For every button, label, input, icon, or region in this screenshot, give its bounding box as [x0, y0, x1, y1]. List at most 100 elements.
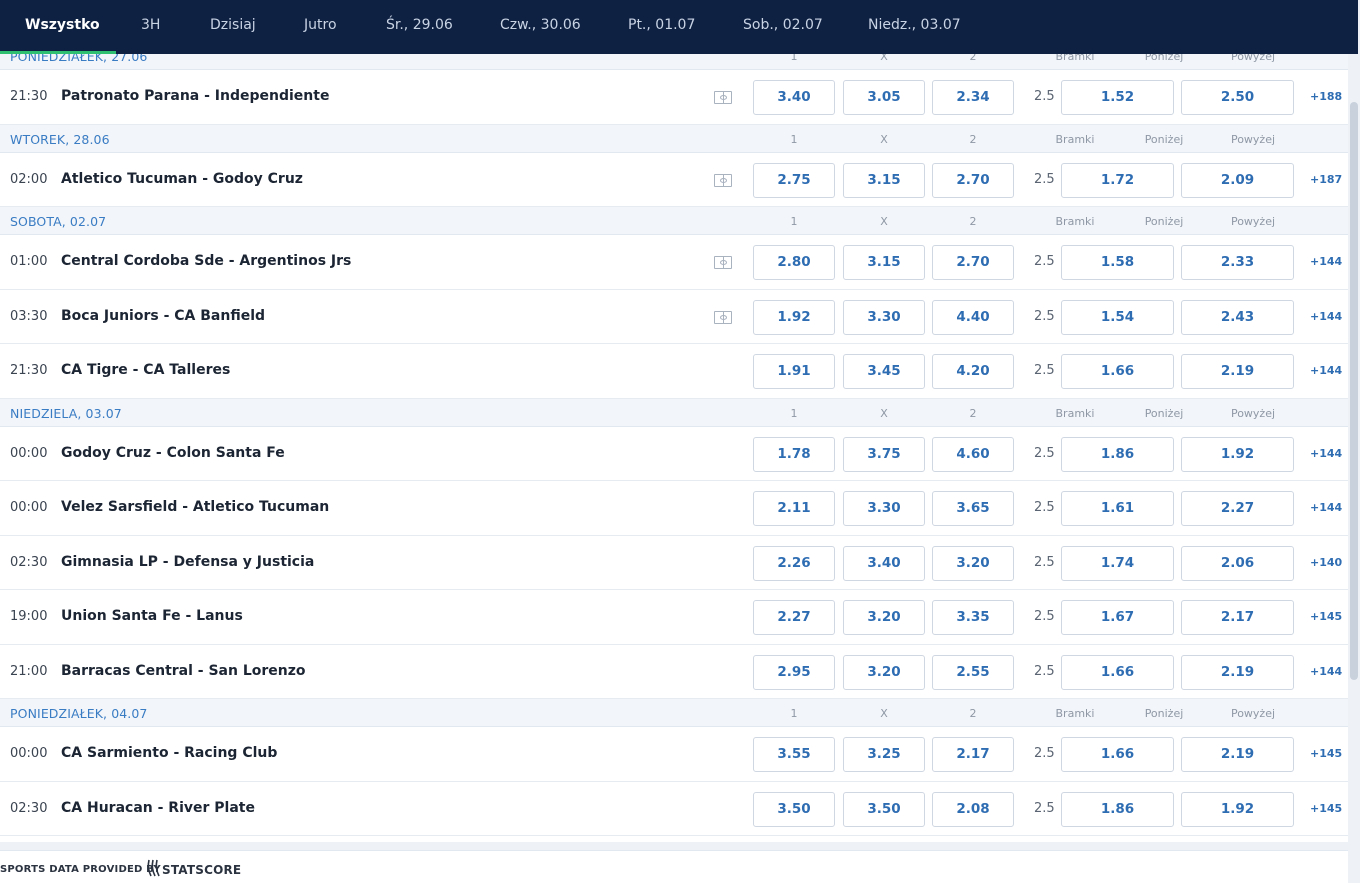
odd-home-button[interactable]: 3.40	[753, 80, 835, 115]
odd-over-button[interactable]: 2.19	[1181, 654, 1294, 690]
odd-draw-button[interactable]: 3.25	[843, 737, 925, 772]
odd-draw-button[interactable]: 3.20	[843, 600, 925, 635]
odd-over-button[interactable]: 2.19	[1181, 354, 1294, 389]
pitch-stats-icon[interactable]	[714, 91, 732, 104]
odd-over-button[interactable]: 2.17	[1181, 600, 1294, 635]
odd-under-button[interactable]: 1.86	[1061, 791, 1174, 827]
match-row[interactable]: 00:00 Godoy Cruz - Colon Santa Fe 1.78 3.75…	[0, 426, 1348, 481]
odd-away-button[interactable]: 2.70	[932, 162, 1014, 198]
more-markets-link[interactable]: +144	[1310, 364, 1342, 377]
odd-home-button[interactable]: 1.91	[753, 354, 835, 389]
odd-over-button[interactable]: 1.92	[1181, 791, 1294, 827]
scrollbar[interactable]	[1348, 54, 1360, 842]
odd-away-button[interactable]: 2.17	[932, 737, 1014, 772]
odd-away-button[interactable]: 2.70	[932, 245, 1014, 280]
more-markets-link[interactable]: +144	[1310, 665, 1342, 678]
match-teams[interactable]: Boca Juniors - CA Banfield	[61, 308, 265, 324]
odd-away-button[interactable]: 2.08	[932, 791, 1014, 827]
odd-over-button[interactable]: 2.33	[1181, 245, 1294, 280]
odd-home-button[interactable]: 3.55	[753, 737, 835, 772]
tab-today[interactable]: Dzisiaj	[210, 0, 256, 54]
more-markets-link[interactable]: +140	[1310, 556, 1342, 569]
tab-thu-3006[interactable]: Czw., 30.06	[500, 0, 581, 54]
odd-under-button[interactable]: 1.58	[1061, 245, 1174, 280]
pitch-stats-icon[interactable]	[714, 173, 732, 187]
odd-under-button[interactable]: 1.67	[1061, 600, 1174, 635]
odd-home-button[interactable]: 2.27	[753, 600, 835, 635]
odd-over-button[interactable]: 2.19	[1181, 737, 1294, 772]
odd-draw-button[interactable]: 3.30	[843, 299, 925, 335]
odd-draw-button[interactable]: 3.05	[843, 80, 925, 115]
tab-wed-2906[interactable]: Śr., 29.06	[386, 0, 453, 54]
odd-draw-button[interactable]: 3.30	[843, 491, 925, 526]
match-row[interactable]: 21:00 Barracas Central - San Lorenzo 2.95 3…	[0, 644, 1348, 699]
odd-draw-button[interactable]: 3.75	[843, 436, 925, 472]
odd-under-button[interactable]: 1.61	[1061, 491, 1174, 526]
pitch-stats-icon[interactable]	[714, 256, 732, 269]
odd-away-button[interactable]: 3.65	[932, 491, 1014, 526]
more-markets-link[interactable]: +187	[1310, 173, 1342, 186]
more-markets-link[interactable]: +144	[1310, 501, 1342, 514]
tab-all[interactable]: Wszystko	[25, 0, 100, 54]
match-teams[interactable]: Patronato Parana - Independiente	[61, 88, 329, 104]
more-markets-link[interactable]: +188	[1310, 90, 1342, 103]
odd-over-button[interactable]: 2.06	[1181, 545, 1294, 581]
odd-away-button[interactable]: 3.20	[932, 545, 1014, 581]
odd-draw-button[interactable]: 3.15	[843, 245, 925, 280]
odd-home-button[interactable]: 2.75	[753, 162, 835, 198]
odd-under-button[interactable]: 1.66	[1061, 654, 1174, 690]
more-markets-link[interactable]: +144	[1310, 447, 1342, 460]
odd-under-button[interactable]: 1.66	[1061, 737, 1174, 772]
tab-sat-0207[interactable]: Sob., 02.07	[743, 0, 823, 54]
odd-home-button[interactable]: 1.78	[753, 436, 835, 472]
odd-home-button[interactable]: 3.50	[753, 791, 835, 827]
odd-away-button[interactable]: 4.60	[932, 436, 1014, 472]
odd-away-button[interactable]: 4.20	[932, 354, 1014, 389]
match-teams[interactable]: Atletico Tucuman - Godoy Cruz	[61, 171, 303, 187]
odd-under-button[interactable]: 1.72	[1061, 162, 1174, 198]
odd-home-button[interactable]: 2.80	[753, 245, 835, 280]
odd-draw-button[interactable]: 3.20	[843, 654, 925, 690]
match-teams[interactable]: CA Tigre - CA Talleres	[61, 362, 230, 378]
match-teams[interactable]: Barracas Central - San Lorenzo	[61, 663, 306, 679]
odd-under-button[interactable]: 1.86	[1061, 436, 1174, 472]
match-teams[interactable]: Gimnasia LP - Defensa y Justicia	[61, 554, 314, 570]
more-markets-link[interactable]: +144	[1310, 310, 1342, 323]
match-teams[interactable]: CA Sarmiento - Racing Club	[61, 745, 277, 761]
odd-away-button[interactable]: 4.40	[932, 299, 1014, 335]
match-row[interactable]: 00:00 Velez Sarsfield - Atletico Tucuman 2…	[0, 481, 1348, 536]
match-teams[interactable]: Union Santa Fe - Lanus	[61, 608, 243, 624]
match-row[interactable]: 00:00 CA Sarmiento - Racing Club 3.55 3.25 2…	[0, 727, 1348, 782]
tab-fri-0107[interactable]: Pt., 01.07	[628, 0, 695, 54]
odd-draw-button[interactable]: 3.45	[843, 354, 925, 389]
match-row[interactable]: 02:00 Atletico Tucuman - Godoy Cruz 2.75 3.…	[0, 152, 1348, 207]
scrollbar-thumb[interactable]	[1350, 102, 1358, 680]
odd-draw-button[interactable]: 3.15	[843, 162, 925, 198]
odd-draw-button[interactable]: 3.40	[843, 545, 925, 581]
odd-under-button[interactable]: 1.54	[1061, 299, 1174, 335]
match-teams[interactable]: Godoy Cruz - Colon Santa Fe	[61, 445, 285, 461]
odd-over-button[interactable]: 2.50	[1181, 80, 1294, 115]
match-row[interactable]: 03:30 Boca Juniors - CA Banfield 1.92 3.30 4…	[0, 289, 1348, 344]
odd-over-button[interactable]: 2.09	[1181, 162, 1294, 198]
more-markets-link[interactable]: +145	[1310, 610, 1342, 623]
odd-under-button[interactable]: 1.74	[1061, 545, 1174, 581]
match-row[interactable]: 19:00 Union Santa Fe - Lanus 2.27 3.20 3.35 2…	[0, 590, 1348, 645]
match-teams[interactable]: CA Huracan - River Plate	[61, 800, 255, 816]
odd-home-button[interactable]: 2.26	[753, 545, 835, 581]
match-teams[interactable]: Velez Sarsfield - Atletico Tucuman	[61, 499, 329, 515]
odd-away-button[interactable]: 2.55	[932, 654, 1014, 690]
tab-sun-0307[interactable]: Niedz., 03.07	[868, 0, 961, 54]
match-row[interactable]: 02:30 CA Huracan - River Plate 3.50 3.50 2.0…	[0, 781, 1348, 836]
odd-over-button[interactable]: 2.27	[1181, 491, 1294, 526]
odd-away-button[interactable]: 2.34	[932, 80, 1014, 115]
match-teams[interactable]: Central Cordoba Sde - Argentinos Jrs	[61, 253, 351, 269]
match-row[interactable]: 21:30 Patronato Parana - Independiente 3.4…	[0, 70, 1348, 125]
match-row[interactable]: 01:00 Central Cordoba Sde - Argentinos Jr…	[0, 235, 1348, 290]
more-markets-link[interactable]: +145	[1310, 802, 1342, 815]
odd-home-button[interactable]: 2.95	[753, 654, 835, 690]
tab-tomorrow[interactable]: Jutro	[304, 0, 337, 54]
tab-3h[interactable]: 3H	[141, 0, 160, 54]
pitch-stats-icon[interactable]	[714, 310, 732, 324]
odd-under-button[interactable]: 1.52	[1061, 80, 1174, 115]
